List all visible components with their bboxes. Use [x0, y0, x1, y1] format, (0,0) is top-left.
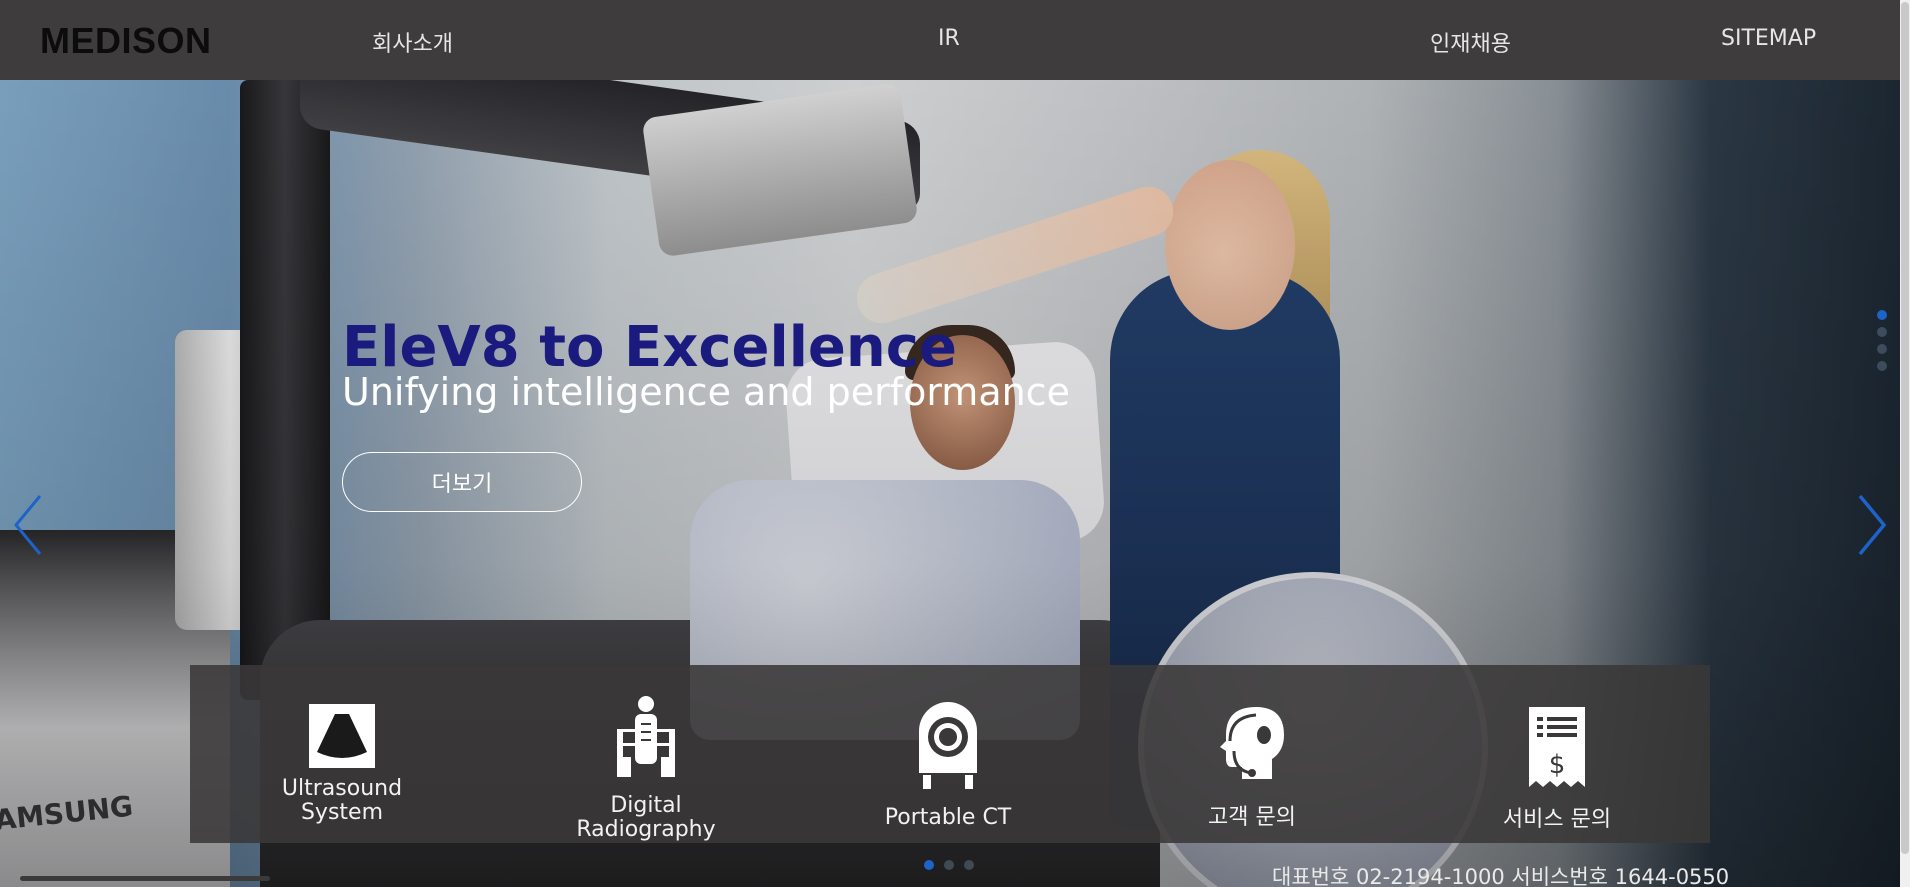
horizontal-dot-2[interactable] — [944, 860, 954, 870]
vertical-scrollbar[interactable] — [1900, 0, 1910, 887]
quick-link-customer-inquiry[interactable]: 고객 문의 — [1152, 665, 1352, 843]
horizontal-scrollbar[interactable] — [20, 876, 270, 881]
horizontal-dot-1[interactable] — [924, 860, 934, 870]
quick-links-panel: Ultrasound System Digital Radiography Po… — [190, 665, 1710, 843]
vertical-dot-3[interactable] — [1877, 344, 1887, 354]
more-button[interactable]: 더보기 — [342, 452, 582, 512]
nav-item-ir[interactable]: IR — [938, 26, 960, 51]
portable-ct-icon — [919, 702, 977, 789]
samsung-watermark: AMSUNG — [0, 790, 135, 837]
quick-link-label: 고객 문의 — [1208, 805, 1296, 830]
quick-link-service-inquiry[interactable]: $ 서비스 문의 — [1457, 665, 1657, 843]
digital-radiography-icon — [617, 696, 675, 777]
hero-subtitle: Unifying intelligence and performance — [342, 370, 1070, 414]
slider-prev-arrow-icon[interactable] — [8, 490, 52, 560]
contact-numbers: 대표번호 02-2194-1000 서비스번호 1644-0550 — [1272, 865, 1730, 887]
vertical-dot-1[interactable] — [1877, 310, 1887, 320]
svg-text:$: $ — [1549, 750, 1566, 780]
customer-support-headset-icon — [1220, 707, 1284, 779]
nav-item-sitemap[interactable]: SITEMAP — [1721, 26, 1816, 51]
quick-link-label: 서비스 문의 — [1502, 807, 1612, 832]
samsung-watermark-text: AMSUNG — [0, 790, 135, 837]
quick-link-portable-ct[interactable]: Portable CT — [848, 665, 1048, 843]
quick-link-label-line2: Radiography — [576, 817, 716, 842]
horizontal-pagination — [924, 860, 974, 870]
vertical-pagination — [1877, 310, 1889, 378]
vertical-scrollbar-thumb[interactable] — [1901, 2, 1909, 854]
quick-link-label-line1: Digital — [610, 793, 682, 818]
ultrasound-probe-icon — [309, 704, 375, 768]
nav-item-company[interactable]: 회사소개 — [372, 26, 453, 58]
nav-item-careers[interactable]: 인재채용 — [1430, 26, 1511, 58]
quick-link-label-line1: Ultrasound — [281, 776, 403, 801]
quick-link-label: Portable CT — [884, 805, 1012, 830]
quick-link-ultrasound[interactable]: Ultrasound System — [242, 665, 442, 843]
vertical-dot-2[interactable] — [1877, 327, 1887, 337]
vertical-dot-4[interactable] — [1877, 361, 1887, 371]
slider-next-arrow-icon[interactable] — [1848, 490, 1892, 560]
horizontal-dot-3[interactable] — [964, 860, 974, 870]
service-receipt-icon: $ — [1529, 707, 1585, 787]
medison-logo[interactable]: MEDISON — [40, 20, 212, 62]
quick-link-label-line2: System — [300, 800, 384, 825]
quick-link-digital-radiography[interactable]: Digital Radiography — [546, 665, 746, 843]
top-navigation-bar: MEDISON 회사소개 IR 인재채용 SITEMAP — [0, 0, 1900, 80]
